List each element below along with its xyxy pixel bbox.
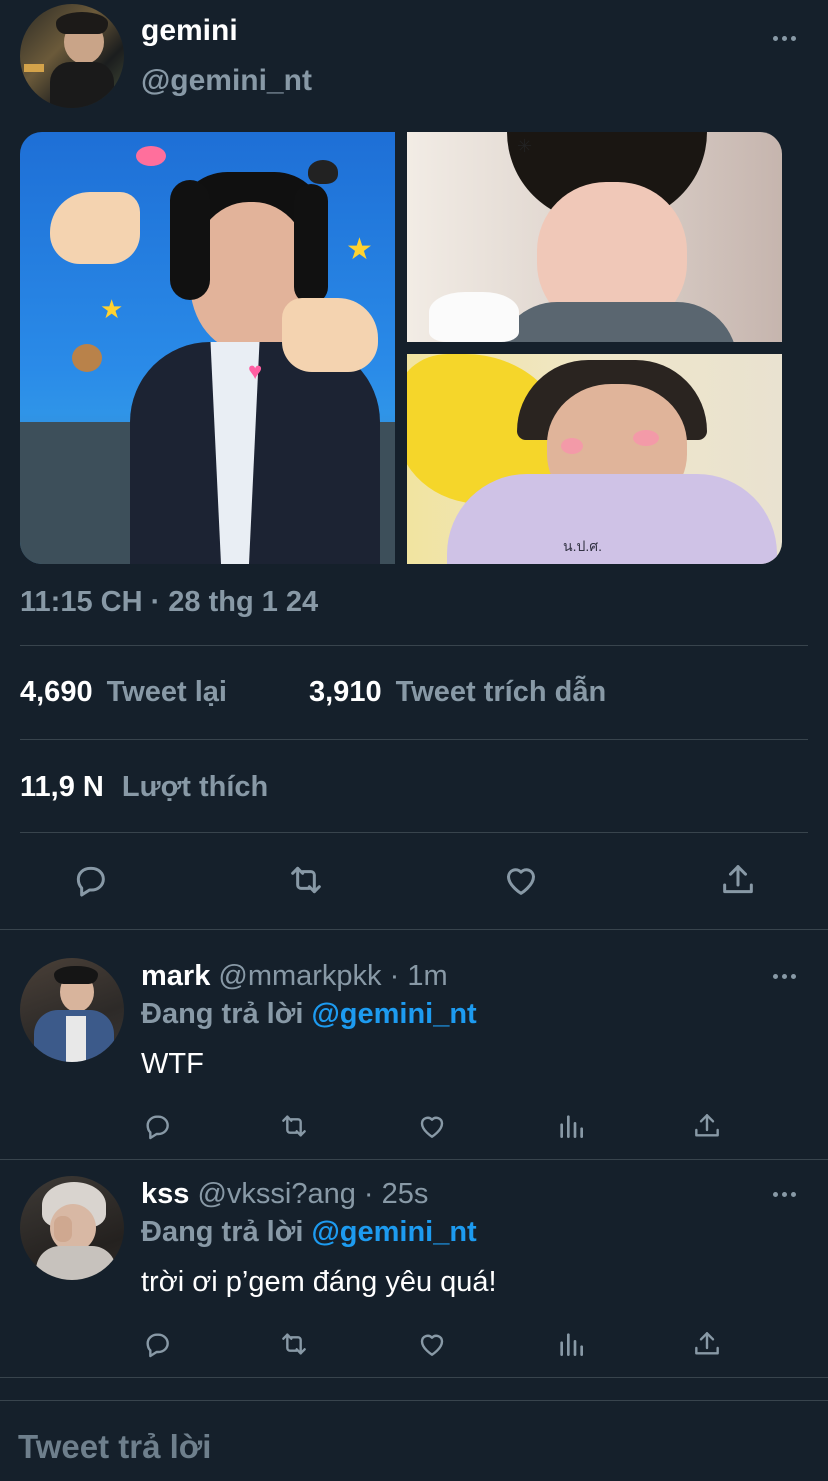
star-sticker-icon: ★ — [346, 233, 373, 266]
like-icon[interactable] — [416, 1328, 448, 1360]
replying-to-label: Đang trả lời — [141, 998, 304, 1030]
likes-stat[interactable]: 11,9 N Lượt thích — [20, 771, 268, 804]
likes-label: Lượt thích — [121, 771, 269, 803]
reply-avatar[interactable] — [20, 958, 124, 1062]
more-icon[interactable] — [773, 1192, 796, 1197]
tweet-photo-2[interactable]: ✳ — [407, 132, 782, 342]
likes-count: 11,9 N — [20, 771, 104, 803]
like-icon[interactable] — [501, 860, 541, 900]
share-icon[interactable] — [691, 1328, 723, 1360]
analytics-icon[interactable] — [555, 1110, 587, 1142]
tweet-photo-1[interactable]: ★ ★ ♥ — [20, 132, 395, 564]
divider — [20, 645, 808, 646]
reply-icon[interactable] — [141, 1110, 173, 1142]
reply-text: trời ơi p’gem đáng yêu quá! — [141, 1266, 497, 1298]
retweet-icon[interactable] — [277, 1110, 311, 1142]
replying-to-handle[interactable]: @gemini_nt — [311, 998, 476, 1030]
reply-handle-time: @vkssi?ang · 25s — [197, 1178, 429, 1210]
divider — [20, 739, 808, 740]
quotes-count: 3,910 — [309, 676, 382, 708]
replying-to[interactable]: Đang trả lời @gemini_nt — [141, 998, 477, 1031]
retweet-icon[interactable] — [285, 860, 327, 900]
author-avatar[interactable] — [20, 4, 124, 108]
replying-to[interactable]: Đang trả lời @gemini_nt — [141, 1216, 477, 1249]
cat-sticker-icon — [429, 292, 519, 342]
heart-sticker-icon: ♥ — [248, 358, 263, 385]
reply-header[interactable]: kss @vkssi?ang · 25s — [141, 1178, 428, 1211]
reply-icon[interactable] — [70, 860, 110, 900]
reply-header[interactable]: mark @mmarkpkk · 1m — [141, 960, 448, 993]
reply-icon[interactable] — [141, 1328, 173, 1360]
author-handle[interactable]: @gemini_nt — [141, 64, 312, 98]
divider — [0, 1377, 828, 1378]
tweet-timestamp[interactable]: 11:15 CH · 28 thg 1 24 — [20, 586, 318, 619]
teddy-bear-sticker-icon — [72, 344, 102, 372]
retweet-icon[interactable] — [277, 1328, 311, 1360]
reply-handle-time: @mmarkpkk · 1m — [218, 960, 448, 992]
star-sticker-icon: ★ — [100, 294, 124, 324]
divider — [0, 929, 828, 930]
divider — [0, 1159, 828, 1160]
cat-sticker-icon — [308, 160, 338, 184]
divider — [0, 1400, 828, 1401]
quotes-label: Tweet trích dẫn — [395, 676, 607, 708]
retweets-stat[interactable]: 4,690 Tweet lại — [20, 676, 227, 709]
reply-author-name: kss — [141, 1178, 190, 1210]
retweets-label: Tweet lại — [106, 676, 227, 708]
more-icon[interactable] — [773, 36, 796, 41]
quotes-stat[interactable]: 3,910 Tweet trích dẫn — [309, 676, 606, 709]
shirt-embroidery: น.ป.ศ. — [563, 538, 603, 554]
retweets-count: 4,690 — [20, 676, 93, 708]
divider — [20, 832, 808, 833]
share-icon[interactable] — [718, 860, 758, 900]
reply-author-name: mark — [141, 960, 211, 992]
bow-sticker-icon — [136, 146, 166, 166]
more-icon[interactable] — [773, 974, 796, 979]
tweet-photo-3[interactable]: น.ป.ศ. — [407, 354, 782, 564]
replying-to-handle[interactable]: @gemini_nt — [311, 1216, 476, 1248]
like-icon[interactable] — [416, 1110, 448, 1142]
reply-text: WTF — [141, 1048, 204, 1080]
reply-composer-input[interactable]: Tweet trả lời — [18, 1428, 211, 1466]
reply-avatar[interactable] — [20, 1176, 124, 1280]
anger-sticker-icon: ✳ — [517, 136, 533, 156]
author-name[interactable]: gemini — [141, 14, 238, 48]
share-icon[interactable] — [691, 1110, 723, 1142]
analytics-icon[interactable] — [555, 1328, 587, 1360]
replying-to-label: Đang trả lời — [141, 1216, 304, 1248]
